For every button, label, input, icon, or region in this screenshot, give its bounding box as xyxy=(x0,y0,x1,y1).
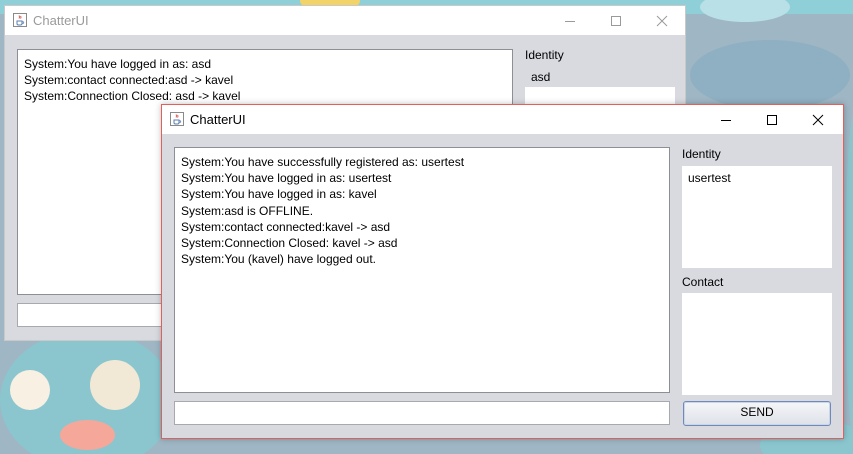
maximize-icon xyxy=(611,15,621,26)
chat-line: System:Connection Closed: kavel -> asd xyxy=(181,236,398,251)
chat-line: System:You have logged in as: asd xyxy=(24,57,212,71)
wallpaper-shape xyxy=(845,110,853,440)
chat-window-usertest: ChatterUI System:You have successfully r… xyxy=(161,104,844,439)
chat-line: System:You have successfully registered … xyxy=(181,155,465,169)
content-panel: System:You have successfully registered … xyxy=(162,134,843,438)
wallpaper-shape xyxy=(90,360,140,410)
wallpaper-shape xyxy=(690,40,850,110)
title-bar[interactable]: ChatterUI xyxy=(5,6,685,35)
java-cup-icon xyxy=(13,13,27,27)
identity-label: Identity xyxy=(525,48,564,62)
minimize-button[interactable] xyxy=(703,105,749,134)
close-icon xyxy=(812,114,824,125)
close-button[interactable] xyxy=(639,6,685,35)
java-cup-icon xyxy=(170,112,184,126)
close-icon xyxy=(656,15,668,26)
wallpaper-shape xyxy=(700,0,790,22)
minimize-icon xyxy=(565,20,575,22)
identity-item[interactable]: asd xyxy=(531,70,669,84)
minimize-icon xyxy=(721,119,731,121)
contact-label: Contact xyxy=(682,275,724,289)
chat-line: System:You have logged in as: kavel xyxy=(181,187,377,202)
identity-label: Identity xyxy=(682,147,721,161)
maximize-icon xyxy=(767,114,777,125)
message-input[interactable] xyxy=(174,401,670,425)
wallpaper-shape xyxy=(60,420,115,450)
send-button[interactable]: SEND xyxy=(683,401,831,426)
chat-log[interactable]: System:You have successfully registered … xyxy=(174,147,670,393)
window-title: ChatterUI xyxy=(33,13,89,28)
window-title: ChatterUI xyxy=(190,112,246,127)
identity-list[interactable]: usertest xyxy=(682,166,832,268)
chat-line: System:contact connected:asd -> kavel xyxy=(24,73,234,88)
chat-line: System:You have logged in as: usertest xyxy=(181,171,392,186)
close-button[interactable] xyxy=(795,105,841,134)
maximize-button[interactable] xyxy=(749,105,795,134)
chat-line: System:You (kavel) have logged out. xyxy=(181,252,377,267)
contact-list[interactable] xyxy=(682,293,832,395)
chat-line: System:asd is OFFLINE. xyxy=(181,203,314,218)
title-bar[interactable]: ChatterUI xyxy=(162,105,843,134)
wallpaper-shape xyxy=(10,370,50,410)
identity-item[interactable]: usertest xyxy=(688,171,826,185)
maximize-button[interactable] xyxy=(593,6,639,35)
minimize-button[interactable] xyxy=(547,6,593,35)
chat-line: System:Connection Closed: asd -> kavel xyxy=(24,89,241,104)
chat-line: System:contact connected:kavel -> asd xyxy=(181,219,391,234)
